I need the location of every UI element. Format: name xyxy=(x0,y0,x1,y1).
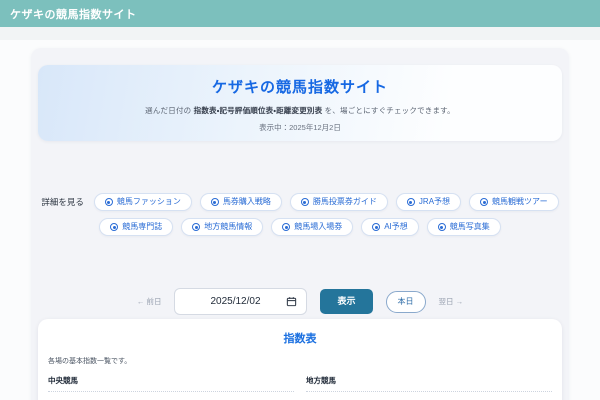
header-divider-strip xyxy=(0,27,600,40)
topic-chip-link[interactable]: 競馬専門誌 xyxy=(99,218,174,236)
topic-chip-link[interactable]: 競馬場入場券 xyxy=(271,218,354,236)
date-navigation: ← 前日 2025/12/02 表示 本日 翌日 → xyxy=(38,288,562,315)
prev-day-link[interactable]: ← 前日 xyxy=(137,296,162,307)
date-input-value: 2025/12/02 xyxy=(210,296,261,307)
index-card-title: 指数表 xyxy=(283,333,317,345)
circle-dot-icon xyxy=(110,223,119,231)
local-racing-column: 地方競馬 xyxy=(306,375,552,400)
circle-dot-icon xyxy=(192,223,201,231)
subtitle-prefix: 選んだ日付の xyxy=(145,106,194,115)
date-input[interactable]: 2025/12/02 xyxy=(174,288,308,315)
show-button[interactable]: 表示 xyxy=(320,289,373,314)
app-header: ケザキの競馬指数サイト xyxy=(0,0,600,27)
topic-chip-label: 勝馬投票券ガイド xyxy=(312,197,377,206)
topic-chip-label: 競馬場入場券 xyxy=(294,222,343,231)
circle-dot-icon xyxy=(300,198,309,206)
app-header-title: ケザキの競馬指数サイト xyxy=(10,8,137,21)
circle-dot-icon xyxy=(437,223,446,231)
topic-chip-label: 競馬写真集 xyxy=(449,222,490,231)
subtitle-suffix: を、場ごとにすぐチェックできます。 xyxy=(322,106,455,115)
next-day-link[interactable]: 翌日 → xyxy=(439,296,464,307)
topic-chip-label: 競馬専門誌 xyxy=(122,222,163,231)
topic-chips-row: 詳細を見る 競馬ファッション 馬券購入戦略 勝馬投票券ガイド JRA予想 競馬観… xyxy=(40,193,560,236)
topic-chip-label: JRA予想 xyxy=(418,197,451,206)
site-title: ケザキの競馬指数サイト xyxy=(211,79,388,96)
index-table-card: 指数表 各場の基本指数一覧です。 中央競馬 地方競馬 xyxy=(38,319,562,400)
today-button[interactable]: 本日 xyxy=(385,290,426,313)
site-subtitle: 選んだ日付の 指数表・記号評価順位表・距離変更別表 を、場ごとにすぐチェックでき… xyxy=(38,105,562,116)
topic-chip-label: 競馬ファッション xyxy=(116,197,181,206)
subtitle-strong: 指数表・記号評価順位表・距離変更別表 xyxy=(193,106,323,115)
topic-chip-link[interactable]: 馬券購入戦略 xyxy=(199,193,282,211)
circle-dot-icon xyxy=(210,198,219,206)
topic-chips-caption: 詳細を見る xyxy=(41,197,84,207)
topic-chip-link[interactable]: 勝馬投票券ガイド xyxy=(289,193,388,211)
circle-dot-icon xyxy=(406,198,415,206)
circle-dot-icon xyxy=(282,223,291,231)
central-racing-column: 中央競馬 xyxy=(48,375,294,400)
topic-chip-label: 馬券購入戦略 xyxy=(222,197,271,206)
circle-dot-icon xyxy=(372,223,381,231)
local-racing-header: 地方競馬 xyxy=(306,375,552,392)
topic-chip-link[interactable]: AI予想 xyxy=(361,218,419,236)
topic-chip-label: 地方競馬情報 xyxy=(204,222,253,231)
central-racing-header: 中央競馬 xyxy=(48,375,294,392)
calendar-icon[interactable] xyxy=(286,296,297,307)
topic-chip-label: 競馬観戦ツアー xyxy=(492,197,548,206)
showing-date-label: 表示中：2025年12月2日 xyxy=(259,123,341,132)
hero-banner: ケザキの競馬指数サイト 選んだ日付の 指数表・記号評価順位表・距離変更別表 を、… xyxy=(38,65,562,141)
topic-chip-link[interactable]: JRA予想 xyxy=(395,193,462,211)
topic-chip-link[interactable]: 競馬写真集 xyxy=(426,218,501,236)
index-columns: 中央競馬 地方競馬 xyxy=(48,375,552,400)
circle-dot-icon xyxy=(480,198,489,206)
topic-chip-link[interactable]: 競馬ファッション xyxy=(93,193,192,211)
index-card-description: 各場の基本指数一覧です。 xyxy=(48,358,132,365)
main-container: ケザキの競馬指数サイト 選んだ日付の 指数表・記号評価順位表・距離変更別表 を、… xyxy=(31,48,569,400)
topic-chip-link[interactable]: 地方競馬情報 xyxy=(181,218,264,236)
topic-chip-link[interactable]: 競馬観戦ツアー xyxy=(469,193,559,211)
circle-dot-icon xyxy=(104,198,113,206)
topic-chip-label: AI予想 xyxy=(384,222,408,231)
